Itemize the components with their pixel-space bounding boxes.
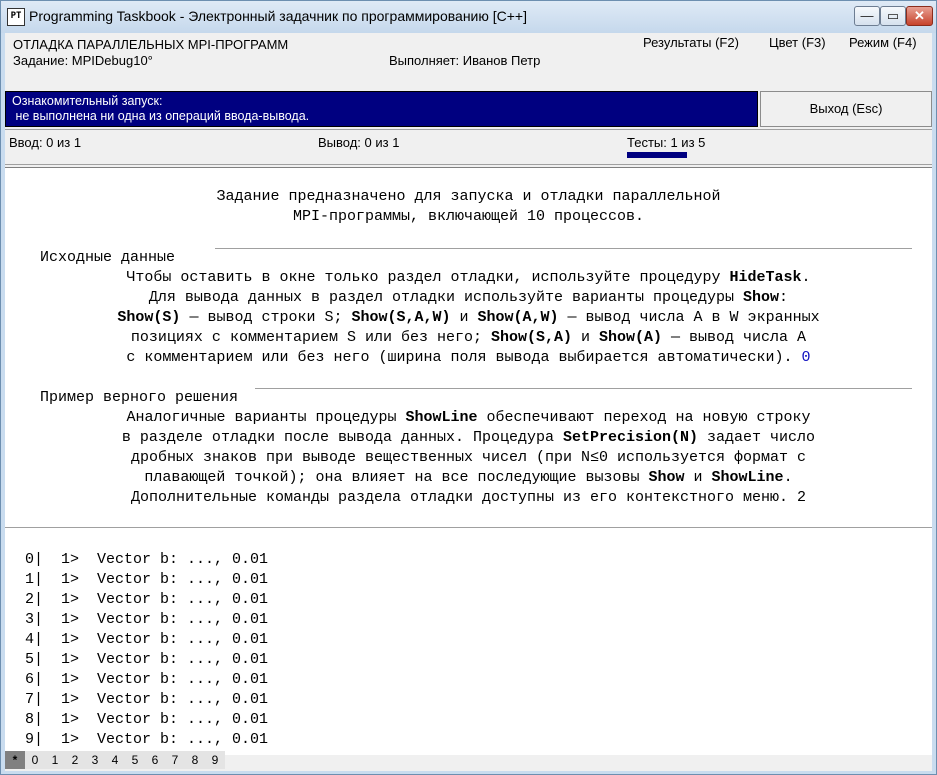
debug-line: 7| 1> Vector b: ..., 0.01 — [25, 691, 269, 708]
task-line: плавающей точкой); она влияет на все пос… — [144, 469, 793, 486]
app-window: PT Programming Taskbook - Электронный за… — [0, 0, 937, 775]
counters-bar: Ввод: 0 из 1 Вывод: 0 из 1 Тесты: 1 из 5 — [5, 129, 932, 165]
debug-line: 0| 1> Vector b: ..., 0.01 — [25, 551, 269, 568]
task-debug-separator — [5, 527, 932, 528]
process-tab-1[interactable]: 1 — [45, 751, 65, 769]
intro-line-2: MPI-программы, включающей 10 процессов. — [292, 208, 645, 225]
debug-line: 1| 1> Vector b: ..., 0.01 — [25, 571, 269, 588]
window-title: Programming Taskbook - Электронный задач… — [29, 8, 527, 24]
task-line: позициях с комментарием S или без него; … — [130, 329, 807, 346]
exit-button[interactable]: Выход (Esc) — [760, 91, 932, 127]
process-tab-7[interactable]: 7 — [165, 751, 185, 769]
task-line: в разделе отладки после вывода данных. П… — [121, 429, 816, 446]
debug-line: 3| 1> Vector b: ..., 0.01 — [25, 611, 269, 628]
tests-counter[interactable]: Тесты: 1 из 5 — [627, 135, 705, 150]
status-line-1: Ознакомительный запуск: — [12, 94, 163, 108]
process-tab-5[interactable]: 5 — [125, 751, 145, 769]
process-tab-8[interactable]: 8 — [185, 751, 205, 769]
debug-line: 6| 1> Vector b: ..., 0.01 — [25, 671, 269, 688]
results-menu[interactable]: Результаты (F2) — [643, 35, 739, 50]
debug-line: 2| 1> Vector b: ..., 0.01 — [25, 591, 269, 608]
section1-title: Исходные данные — [40, 249, 176, 266]
app-icon: PT — [7, 8, 25, 26]
debug-line: 9| 1> Vector b: ..., 0.01 — [25, 731, 269, 748]
task-line: Дополнительные команды раздела отладки д… — [130, 489, 807, 506]
task-section: Задание предназначено для запуска и отла… — [5, 168, 932, 528]
intro-line-1: Задание предназначено для запуска и отла… — [216, 188, 721, 205]
maximize-button[interactable]: ▭ — [880, 6, 906, 26]
process-tab-all[interactable]: * — [5, 751, 25, 769]
debug-line: 8| 1> Vector b: ..., 0.01 — [25, 711, 269, 728]
tests-indicator — [627, 152, 687, 158]
debug-line: 4| 1> Vector b: ..., 0.01 — [25, 631, 269, 648]
minimize-button[interactable]: — — [854, 6, 880, 26]
task-line: Для вывода данных в раздел отладки испол… — [148, 289, 789, 306]
section2-separator — [255, 388, 912, 389]
task-line: с комментарием или без него (ширина поля… — [126, 349, 811, 366]
client-area: ОТЛАДКА ПАРАЛЛЕЛЬНЫХ MPI-ПРОГРАММ Задани… — [5, 33, 932, 771]
process-tabs: * 0 1 2 3 4 5 6 7 8 9 — [5, 751, 265, 769]
task-label: Задание: MPIDebug10° — [13, 53, 153, 68]
process-tab-3[interactable]: 3 — [85, 751, 105, 769]
color-menu[interactable]: Цвет (F3) — [769, 35, 826, 50]
performer-label: Выполняет: Иванов Петр — [389, 53, 541, 68]
process-tab-0[interactable]: 0 — [25, 751, 45, 769]
debug-line: 5| 1> Vector b: ..., 0.01 — [25, 651, 269, 668]
task-line: Аналогичные варианты процедуры ShowLine … — [126, 409, 811, 426]
close-button[interactable]: ✕ — [906, 6, 933, 26]
process-tab-9[interactable]: 9 — [205, 751, 225, 769]
process-tab-4[interactable]: 4 — [105, 751, 125, 769]
input-counter: Ввод: 0 из 1 — [9, 135, 82, 150]
status-panel: Ознакомительный запуск: не выполнена ни … — [5, 91, 758, 127]
task-line: дробных знаков при выводе вещественных ч… — [130, 449, 807, 466]
output-counter: Вывод: 0 из 1 — [318, 135, 400, 150]
process-tab-2[interactable]: 2 — [65, 751, 85, 769]
task-line: Show(S) — вывод строки S; Show(S,A,W) и … — [117, 309, 820, 326]
title-bar[interactable]: PT Programming Taskbook - Электронный за… — [1, 1, 936, 33]
section2-title: Пример верного решения — [40, 389, 239, 406]
section1-separator — [215, 248, 912, 249]
mode-menu[interactable]: Режим (F4) — [849, 35, 917, 50]
status-line-2: не выполнена ни одна из операций ввода-в… — [12, 109, 310, 123]
task-line: Чтобы оставить в окне только раздел отла… — [126, 269, 811, 286]
process-tab-6[interactable]: 6 — [145, 751, 165, 769]
content-area: Задание предназначено для запуска и отла… — [5, 167, 932, 755]
section-title: ОТЛАДКА ПАРАЛЛЕЛЬНЫХ MPI-ПРОГРАММ — [13, 37, 289, 52]
